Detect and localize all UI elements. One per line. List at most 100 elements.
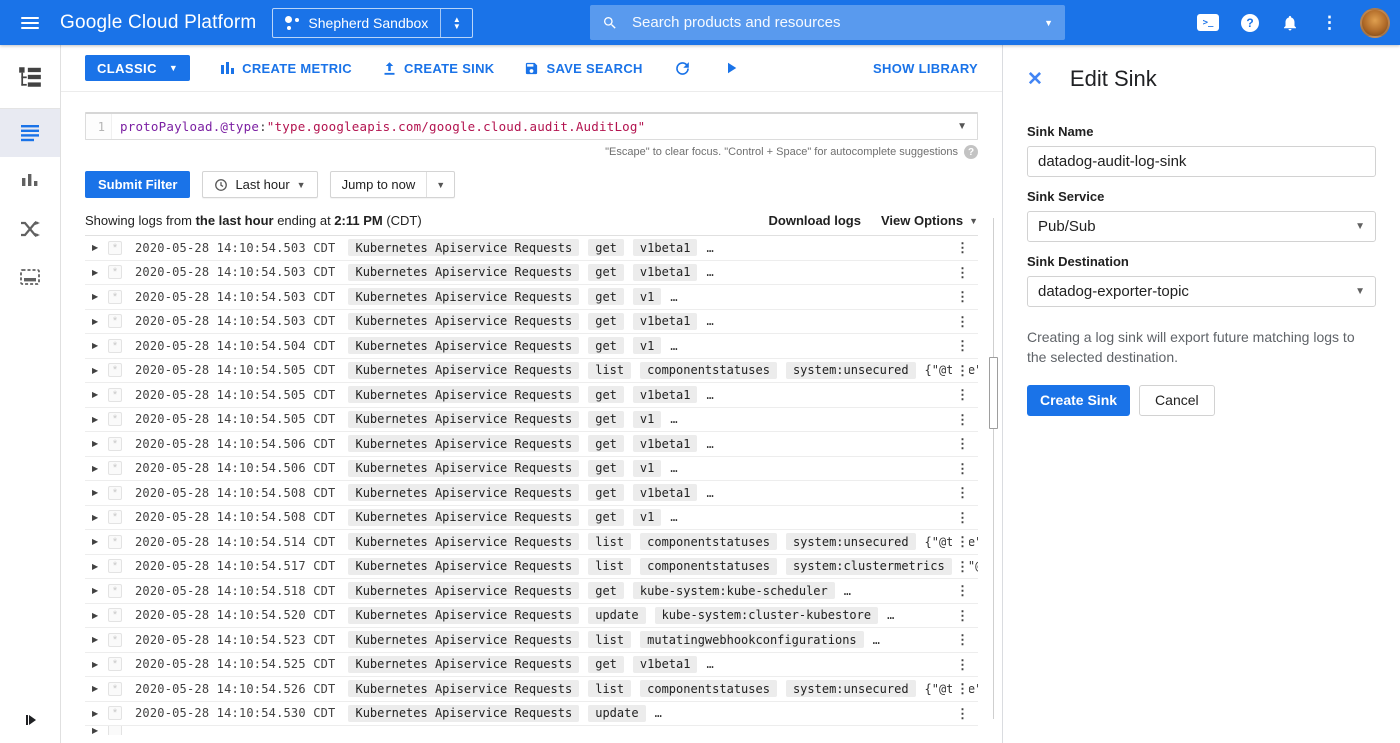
log-chip[interactable]: Kubernetes Apiservice Requests	[348, 705, 579, 722]
log-chip[interactable]: mutatingwebhookconfigurations	[640, 631, 864, 648]
expand-row-icon[interactable]: ▶	[92, 366, 108, 375]
log-chip[interactable]: kube-system:cluster-kubestore	[655, 607, 879, 624]
log-chip[interactable]: get	[588, 313, 624, 330]
log-chip[interactable]: componentstatuses	[640, 680, 777, 697]
submit-filter-button[interactable]: Submit Filter	[85, 171, 190, 198]
show-library-button[interactable]: SHOW LIBRARY	[873, 61, 978, 76]
sidebar-item-resource-usage[interactable]	[0, 253, 60, 301]
log-chip[interactable]: componentstatuses	[640, 558, 777, 575]
log-chip[interactable]: get	[588, 288, 624, 305]
hint-help-icon[interactable]: ?	[964, 145, 978, 159]
sink-destination-select[interactable]: datadog-exporter-topic ▼	[1027, 276, 1376, 307]
download-logs-button[interactable]: Download logs	[769, 213, 861, 228]
log-row[interactable]: ▶*2020-05-28 14:10:54.503 CDTKubernetes …	[85, 236, 978, 261]
expand-row-icon[interactable]: ▶	[92, 488, 108, 497]
expand-row-icon[interactable]: ▶	[92, 635, 108, 644]
log-chip[interactable]: v1beta1	[633, 386, 698, 403]
project-picker[interactable]: Shepherd Sandbox ▲▼	[272, 8, 473, 38]
expand-row-icon[interactable]: ▶	[92, 562, 108, 571]
expand-row-icon[interactable]: ▶	[92, 513, 108, 522]
log-row[interactable]: ▶*2020-05-28 14:10:54.503 CDTKubernetes …	[85, 285, 978, 310]
log-chip[interactable]: v1beta1	[633, 656, 698, 673]
expand-row-icon[interactable]: ▶	[92, 537, 108, 546]
cancel-button[interactable]: Cancel	[1139, 385, 1215, 416]
notifications-icon[interactable]	[1281, 14, 1299, 32]
expand-row-icon[interactable]: ▶	[92, 243, 108, 252]
log-chip[interactable]: Kubernetes Apiservice Requests	[348, 313, 579, 330]
expand-row-icon[interactable]: ▶	[92, 268, 108, 277]
log-chip[interactable]: Kubernetes Apiservice Requests	[348, 582, 579, 599]
expand-row-icon[interactable]: ▶	[92, 390, 108, 399]
row-menu-icon[interactable]: ⋮	[952, 608, 969, 624]
view-options-button[interactable]: View Options ▼	[881, 213, 978, 228]
log-chip[interactable]: Kubernetes Apiservice Requests	[348, 460, 579, 477]
save-search-button[interactable]: SAVE SEARCH	[524, 61, 642, 76]
log-chip[interactable]: componentstatuses	[640, 533, 777, 550]
log-row[interactable]: ▶*2020-05-28 14:10:54.520 CDTKubernetes …	[85, 604, 978, 629]
row-menu-icon[interactable]: ⋮	[952, 485, 969, 501]
collapse-panel-icon[interactable]	[0, 715, 61, 725]
sidebar-item-logs[interactable]	[0, 109, 60, 157]
log-chip[interactable]: componentstatuses	[640, 362, 777, 379]
log-row[interactable]: ▶*2020-05-28 14:10:54.526 CDTKubernetes …	[85, 677, 978, 702]
log-chip[interactable]: Kubernetes Apiservice Requests	[348, 362, 579, 379]
log-chip[interactable]: system:unsecured	[786, 362, 916, 379]
log-chip[interactable]: Kubernetes Apiservice Requests	[348, 264, 579, 281]
log-chip[interactable]: Kubernetes Apiservice Requests	[348, 656, 579, 673]
log-chip[interactable]: v1beta1	[633, 313, 698, 330]
help-icon[interactable]: ?	[1241, 14, 1259, 32]
jump-to-now-button[interactable]: Jump to now ▼	[330, 171, 456, 198]
row-menu-icon[interactable]: ⋮	[952, 510, 969, 526]
log-chip[interactable]: v1	[633, 460, 661, 477]
log-chip[interactable]: Kubernetes Apiservice Requests	[348, 386, 579, 403]
row-menu-icon[interactable]: ⋮	[952, 632, 969, 648]
log-row[interactable]: ▶*2020-05-28 14:10:54.530 CDTKubernetes …	[85, 702, 978, 727]
scrollbar-thumb[interactable]	[989, 357, 998, 429]
expand-row-icon[interactable]: ▶	[92, 317, 108, 326]
log-row[interactable]: ▶*2020-05-28 14:10:54.514 CDTKubernetes …	[85, 530, 978, 555]
log-chip[interactable]: update	[588, 607, 645, 624]
row-menu-icon[interactable]: ⋮	[952, 657, 969, 673]
log-row[interactable]: ▶*2020-05-28 14:10:54.508 CDTKubernetes …	[85, 506, 978, 531]
more-vert-icon[interactable]: ⋮	[1321, 13, 1338, 33]
log-chip[interactable]: system:clustermetrics	[786, 558, 952, 575]
log-chip[interactable]: kube-system:kube-scheduler	[633, 582, 835, 599]
sink-name-input[interactable]	[1027, 146, 1376, 177]
row-menu-icon[interactable]: ⋮	[952, 706, 969, 722]
log-row[interactable]: ▶*2020-05-28 14:10:54.518 CDTKubernetes …	[85, 579, 978, 604]
query-text[interactable]: protoPayload.@type:"type.googleapis.com/…	[112, 119, 645, 134]
log-chip[interactable]: get	[588, 264, 624, 281]
log-chip[interactable]: Kubernetes Apiservice Requests	[348, 411, 579, 428]
log-chip[interactable]: Kubernetes Apiservice Requests	[348, 239, 579, 256]
product-name[interactable]: Google Cloud Platform	[60, 12, 256, 34]
row-menu-icon[interactable]: ⋮	[952, 240, 969, 256]
query-dropdown-caret-icon[interactable]: ▼	[957, 121, 967, 132]
log-chip[interactable]: Kubernetes Apiservice Requests	[348, 337, 579, 354]
sink-service-select[interactable]: Pub/Sub ▼	[1027, 211, 1376, 242]
log-chip[interactable]: list	[588, 533, 631, 550]
search-caret-icon[interactable]: ▼	[1044, 18, 1053, 28]
log-row[interactable]: ▶*2020-05-28 14:10:54.506 CDTKubernetes …	[85, 457, 978, 482]
log-chip[interactable]: get	[588, 582, 624, 599]
log-row[interactable]: ▶*2020-05-28 14:10:54.504 CDTKubernetes …	[85, 334, 978, 359]
refresh-button[interactable]	[673, 59, 692, 78]
log-chip[interactable]: Kubernetes Apiservice Requests	[348, 484, 579, 501]
log-chip[interactable]: Kubernetes Apiservice Requests	[348, 533, 579, 550]
log-chip[interactable]: v1beta1	[633, 239, 698, 256]
log-chip[interactable]: v1	[633, 288, 661, 305]
log-chip[interactable]: Kubernetes Apiservice Requests	[348, 509, 579, 526]
log-chip[interactable]: v1beta1	[633, 484, 698, 501]
expand-row-icon[interactable]: ▶	[92, 464, 108, 473]
project-switcher-caret-icon[interactable]: ▲▼	[440, 9, 472, 37]
log-row[interactable]: ▶*2020-05-28 14:10:54.506 CDTKubernetes …	[85, 432, 978, 457]
log-row[interactable]: ▶*2020-05-28 14:10:54.503 CDTKubernetes …	[85, 261, 978, 286]
create-metric-button[interactable]: CREATE METRIC	[220, 61, 352, 76]
create-sink-button[interactable]: CREATE SINK	[382, 61, 494, 76]
log-chip[interactable]: list	[588, 680, 631, 697]
row-menu-icon[interactable]: ⋮	[952, 412, 969, 428]
log-chip[interactable]: system:unsecured	[786, 680, 916, 697]
row-menu-icon[interactable]: ⋮	[952, 314, 969, 330]
classic-dropdown-button[interactable]: CLASSIC▼	[85, 55, 190, 81]
row-menu-icon[interactable]: ⋮	[952, 461, 969, 477]
row-menu-icon[interactable]: ⋮	[952, 265, 969, 281]
